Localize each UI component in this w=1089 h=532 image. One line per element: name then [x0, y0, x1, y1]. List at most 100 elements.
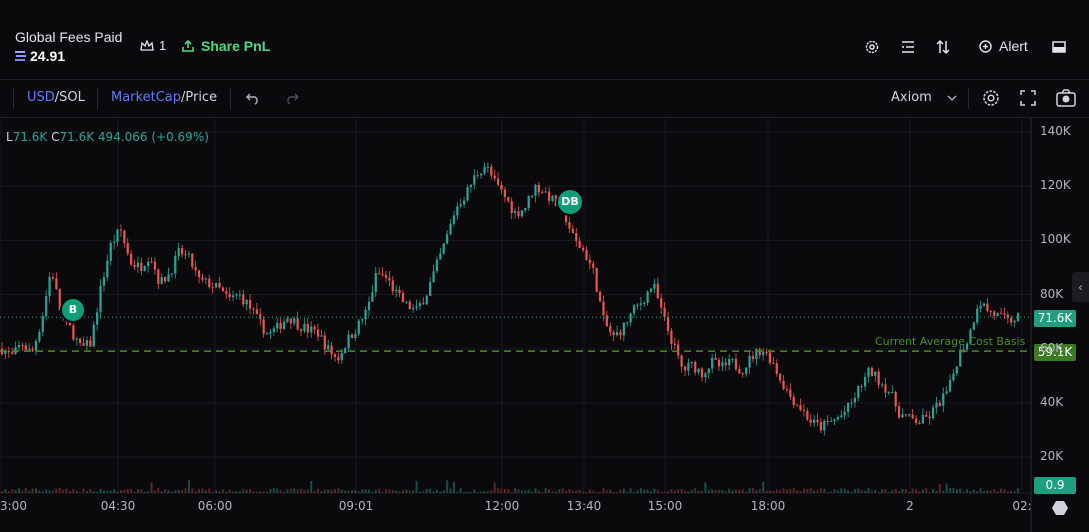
- toolbar-divider: [13, 88, 14, 109]
- volume-bar: [609, 489, 612, 493]
- volume-bar: [796, 490, 799, 493]
- provider-select[interactable]: Axiom: [891, 90, 932, 105]
- volume-bar: [643, 489, 646, 493]
- gear-icon[interactable]: [863, 38, 881, 56]
- candle-body: [476, 175, 479, 177]
- alert-button[interactable]: Alert: [978, 38, 1028, 54]
- candle-body: [826, 420, 829, 422]
- volume-bar: [915, 488, 918, 493]
- candle-body: [446, 234, 449, 244]
- volume-bar: [242, 488, 245, 493]
- volume-bar: [588, 489, 591, 493]
- volume-bar: [177, 489, 180, 493]
- volume-bar: [269, 489, 272, 493]
- candle-body: [214, 282, 218, 288]
- candle-body: [721, 362, 724, 367]
- candle-body: [449, 223, 452, 235]
- volume-bar: [408, 490, 411, 493]
- candle-body: [904, 414, 907, 416]
- volume-bar: [483, 491, 486, 493]
- candle-body: [208, 278, 211, 288]
- candle-body: [197, 270, 201, 278]
- candle-body: [575, 233, 578, 241]
- volume-bar: [367, 489, 370, 493]
- volume-bar: [952, 488, 955, 493]
- volume-bar: [208, 488, 211, 493]
- candle-body: [609, 326, 612, 333]
- volume-bar: [262, 491, 265, 493]
- close-key: C: [51, 130, 60, 144]
- candle-body: [728, 358, 731, 366]
- chevron-down-icon[interactable]: [947, 94, 957, 102]
- volume-bar: [755, 490, 758, 493]
- candle-body: [238, 294, 241, 296]
- volume-bar: [599, 491, 602, 493]
- volume-bar: [401, 489, 404, 493]
- candle-body: [649, 288, 653, 292]
- metric-toggle[interactable]: MarketCap/Price: [111, 90, 217, 105]
- time-tick-label: 15:00: [647, 499, 683, 513]
- volume-bar: [694, 488, 697, 493]
- candle-body: [79, 338, 82, 343]
- buy-marker[interactable]: B: [60, 297, 86, 323]
- chart-settings-icon[interactable]: [981, 88, 1001, 108]
- volume-bar: [986, 490, 989, 493]
- crown-counter[interactable]: 1: [140, 38, 166, 53]
- marketcap-option[interactable]: MarketCap: [111, 90, 181, 105]
- redo-icon[interactable]: [284, 91, 300, 105]
- candle-body: [513, 211, 517, 213]
- candle-body: [45, 296, 48, 317]
- candle-body: [48, 276, 51, 297]
- candle-body: [762, 351, 765, 356]
- share-pnl-button[interactable]: Share PnL: [181, 38, 270, 54]
- volume-bar: [62, 489, 65, 493]
- list-settings-icon[interactable]: [899, 38, 917, 56]
- candle-body: [96, 312, 99, 325]
- volume-bar: [881, 489, 884, 493]
- volume-bar: [126, 488, 129, 493]
- volume-bar: [435, 489, 438, 493]
- candle-body: [473, 175, 476, 185]
- candle-body: [908, 414, 911, 416]
- volume-bar: [381, 491, 384, 493]
- sol-option[interactable]: /SOL: [55, 90, 85, 105]
- camera-icon[interactable]: [1055, 88, 1077, 108]
- volume-bar: [551, 491, 554, 493]
- volume-bar: [364, 489, 367, 493]
- volume-bar: [17, 488, 20, 493]
- undo-icon[interactable]: [245, 91, 261, 105]
- candle-body: [286, 318, 289, 322]
- volume-bar: [31, 488, 34, 493]
- candle-body: [150, 261, 153, 263]
- candle-body: [711, 357, 714, 369]
- volume-bar: [320, 491, 323, 493]
- panel-toggle-icon[interactable]: [1050, 38, 1068, 56]
- volume-bar: [884, 489, 887, 493]
- volume-bar: [486, 491, 489, 493]
- volume-bar: [398, 491, 401, 493]
- volume-bar: [568, 489, 571, 493]
- price-chart[interactable]: [0, 118, 1089, 532]
- hexagon-icon[interactable]: [1051, 500, 1069, 516]
- volume-bar: [921, 489, 924, 493]
- fullscreen-icon[interactable]: [1019, 89, 1037, 107]
- candle-body: [517, 211, 520, 217]
- sort-arrows-icon[interactable]: [934, 38, 952, 56]
- volume-bar: [571, 490, 574, 493]
- volume-bar: [945, 483, 948, 493]
- candle-body: [381, 273, 384, 276]
- solana-icon: [15, 51, 26, 61]
- volume-bar: [187, 480, 190, 493]
- dev-buy-marker[interactable]: DB: [556, 188, 584, 216]
- volume-bar: [215, 490, 218, 493]
- price-option[interactable]: /Price: [181, 90, 217, 105]
- usd-option[interactable]: USD: [27, 90, 55, 105]
- candle-body: [656, 283, 659, 299]
- collapse-panel-button[interactable]: ‹: [1072, 272, 1089, 302]
- volume-tag: 0.9: [1034, 477, 1076, 494]
- candle-body: [89, 340, 92, 347]
- candle-body: [184, 254, 187, 256]
- volume-bar: [388, 489, 391, 493]
- currency-toggle[interactable]: USD/SOL: [27, 90, 85, 105]
- volume-bar: [656, 490, 659, 493]
